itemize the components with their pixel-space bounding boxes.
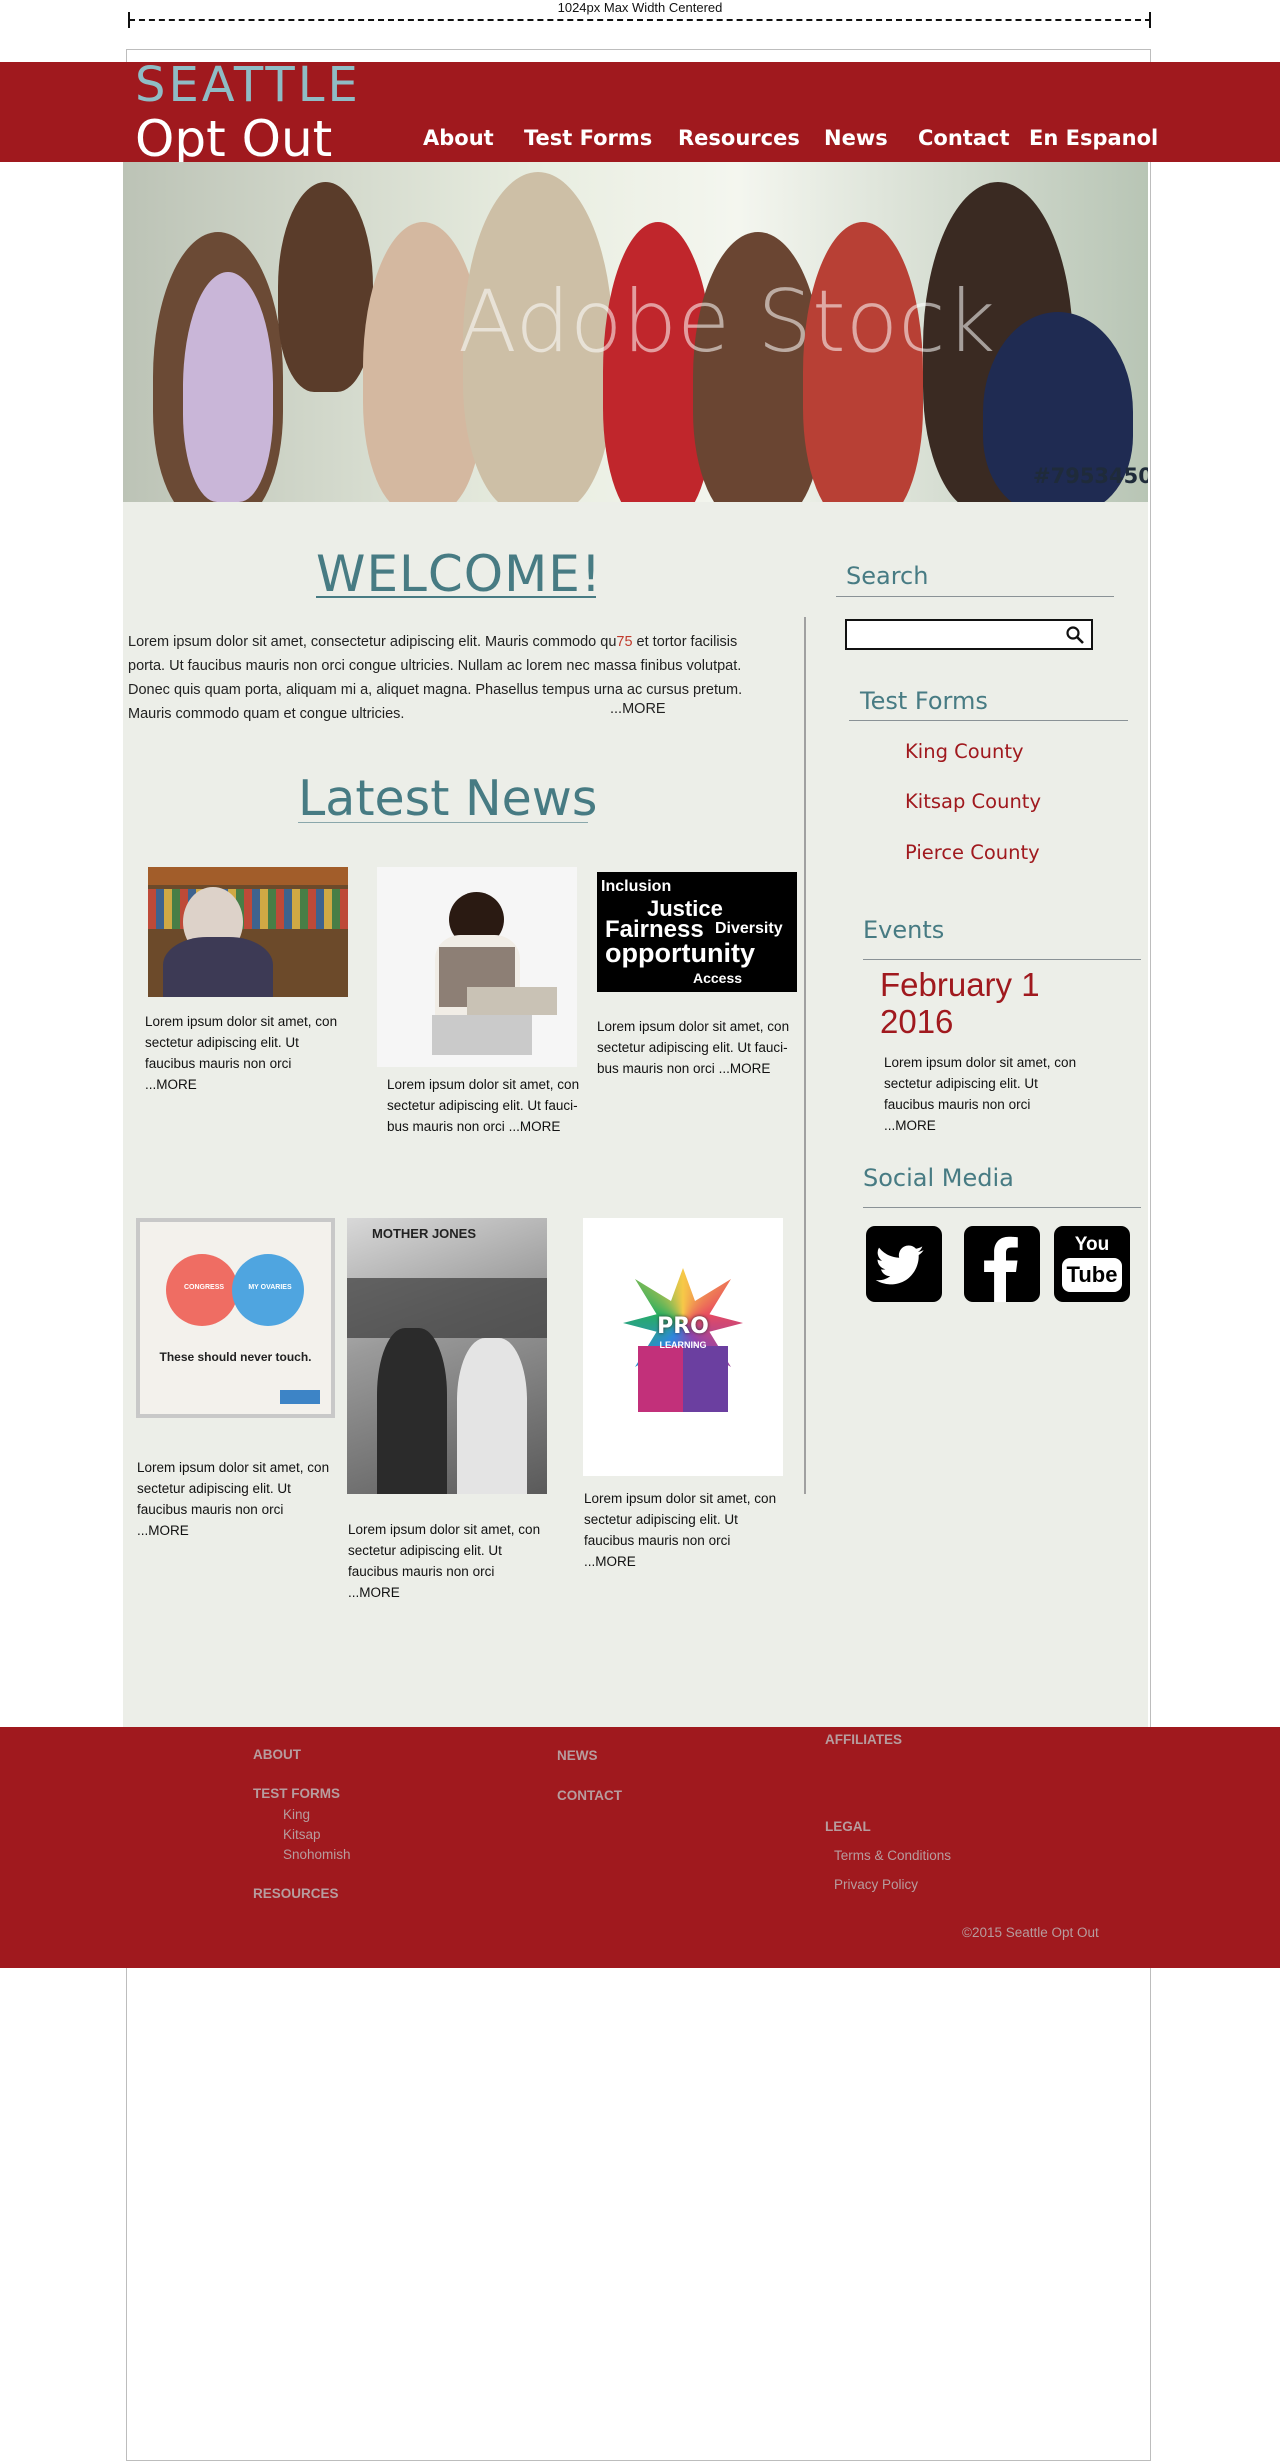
events-title-line <box>863 959 1141 960</box>
welcome-underline <box>316 596 596 598</box>
footer-link-test-forms[interactable]: TEST FORMS <box>253 1786 340 1801</box>
footer-link-king[interactable]: King <box>283 1807 310 1822</box>
hero-image-id: #79534505 <box>1033 464 1148 488</box>
news-thumb-1[interactable] <box>148 867 348 997</box>
nav-contact[interactable]: Contact <box>918 126 1010 150</box>
news-more-5[interactable]: ...MORE <box>348 1585 400 1600</box>
nav-resources[interactable]: Resources <box>678 126 800 150</box>
twitter-icon[interactable] <box>866 1226 942 1302</box>
max-width-ruler <box>129 19 1151 21</box>
hero-image: Adobe Stock #79534505 <box>123 162 1148 502</box>
search-title-line <box>836 596 1114 597</box>
footer-legal-heading: LEGAL <box>825 1819 871 1834</box>
latest-news-underline <box>298 822 588 823</box>
social-media-title: Social Media <box>863 1164 1014 1192</box>
news-thumb-3[interactable]: Inclusion Justice Fairness Diversity opp… <box>597 872 797 992</box>
news-more-2[interactable]: ...MORE <box>509 1119 561 1134</box>
county-link-pierce[interactable]: Pierce County <box>905 841 1040 864</box>
news-more-4[interactable]: ...MORE <box>137 1523 189 1538</box>
logo-seattle[interactable]: SEATTLE <box>135 57 361 113</box>
news-thumb-5[interactable]: MOTHER JONES <box>347 1218 547 1494</box>
ruler-tick-left <box>128 12 130 28</box>
news-thumb-2[interactable] <box>377 867 577 1067</box>
welcome-title: WELCOME! <box>316 545 602 603</box>
news-caption-5: Lorem ipsum dolor sit amet, con sectetur… <box>348 1522 541 1600</box>
test-forms-title-line <box>849 720 1128 721</box>
footer-link-contact[interactable]: CONTACT <box>557 1788 622 1803</box>
search-input[interactable] <box>845 619 1093 650</box>
nav-en-espanol[interactable]: En Espanol <box>1029 126 1158 150</box>
footer-link-about[interactable]: ABOUT <box>253 1747 301 1762</box>
news-more-1[interactable]: ...MORE <box>145 1077 197 1092</box>
nav-news[interactable]: News <box>824 126 888 150</box>
county-link-kitsap[interactable]: Kitsap County <box>905 790 1041 813</box>
search-title: Search <box>846 562 929 590</box>
test-forms-title: Test Forms <box>860 687 988 715</box>
logo-opt-out[interactable]: Opt Out <box>135 110 332 168</box>
latest-news-title: Latest News <box>298 770 598 827</box>
welcome-more-link[interactable]: ...MORE <box>610 701 666 717</box>
news-caption-6: Lorem ipsum dolor sit amet, con sectetur… <box>584 1491 777 1569</box>
event-date: February 1 2016 <box>880 966 1040 1040</box>
footer-link-snohomish[interactable]: Snohomish <box>283 1847 351 1862</box>
news-caption-1: Lorem ipsum dolor sit amet, con sectetur… <box>145 1014 338 1092</box>
ruler-tick-right <box>1149 12 1151 28</box>
news-more-6[interactable]: ...MORE <box>584 1554 636 1569</box>
events-title: Events <box>863 916 945 944</box>
news-more-3[interactable]: ...MORE <box>719 1061 771 1076</box>
news-caption-2: Lorem ipsum dolor sit amet, con sectetur… <box>387 1077 580 1134</box>
search-icon[interactable] <box>1065 625 1085 645</box>
max-width-label: 1024px Max Width Centered <box>557 0 723 15</box>
footer-link-resources[interactable]: RESOURCES <box>253 1886 339 1901</box>
event-more-link[interactable]: ...MORE <box>884 1118 936 1133</box>
footer-link-terms[interactable]: Terms & Conditions <box>834 1848 951 1863</box>
footer-link-privacy[interactable]: Privacy Policy <box>834 1877 918 1892</box>
hero-watermark: Adobe Stock <box>458 272 996 372</box>
news-caption-4: Lorem ipsum dolor sit amet, con sectetur… <box>137 1460 330 1538</box>
county-link-king[interactable]: King County <box>905 740 1024 763</box>
footer-link-kitsap[interactable]: Kitsap <box>283 1827 321 1842</box>
social-media-title-line <box>863 1207 1141 1208</box>
nav-test-forms[interactable]: Test Forms <box>524 126 652 150</box>
content-divider <box>804 617 806 1494</box>
youtube-icon[interactable]: You Tube <box>1054 1226 1130 1302</box>
news-thumb-4[interactable]: CONGRESS MY OVARIES These should never t… <box>136 1218 335 1418</box>
footer-copyright: ©2015 Seattle Opt Out <box>962 1925 1099 1940</box>
footer-link-affiliates[interactable]: AFFILIATES <box>825 1732 902 1747</box>
news-caption-3: Lorem ipsum dolor sit amet, con sectetur… <box>597 1019 790 1076</box>
nav-about[interactable]: About <box>423 126 494 150</box>
news-thumb-6[interactable]: PRO LEARNING <box>583 1218 783 1476</box>
event-text: Lorem ipsum dolor sit amet, con sectetur… <box>884 1055 1077 1133</box>
footer-link-news[interactable]: NEWS <box>557 1748 598 1763</box>
facebook-icon[interactable] <box>964 1226 1040 1302</box>
